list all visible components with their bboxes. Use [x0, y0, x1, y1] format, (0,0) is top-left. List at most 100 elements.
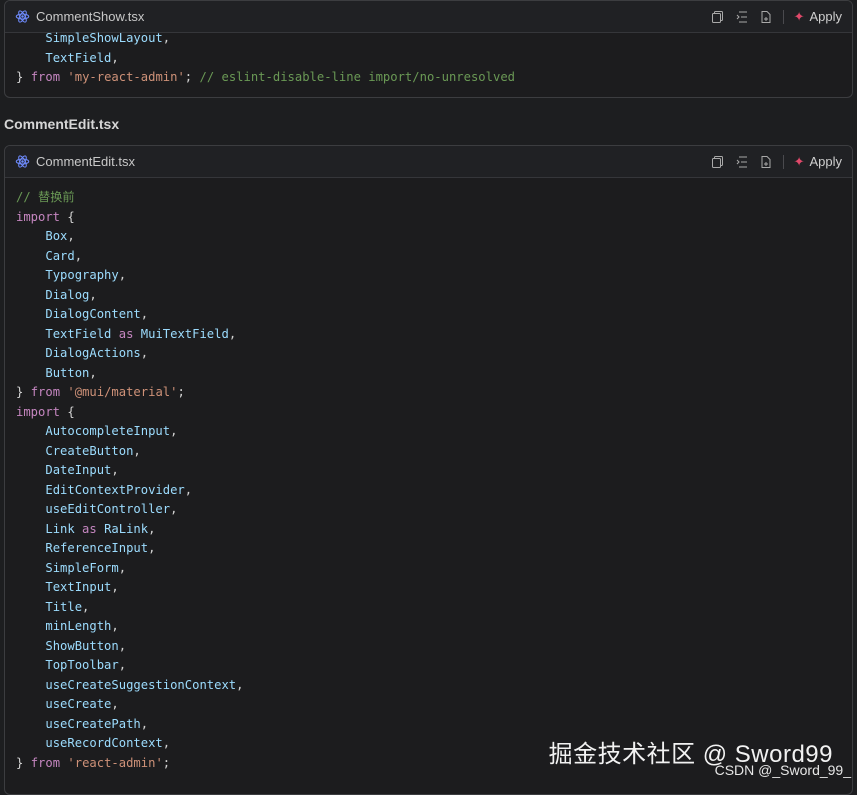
code-line: DialogActions,	[16, 344, 841, 364]
code-line: DateInput,	[16, 461, 841, 481]
actions-divider	[782, 9, 784, 24]
code-token: SimpleShowLayout	[45, 31, 163, 45]
code-token: AutocompleteInput	[45, 424, 171, 438]
code-token: ,	[118, 560, 127, 575]
code-token: ,	[148, 541, 156, 555]
code-token: Card	[45, 248, 75, 263]
code-token: ,	[89, 365, 97, 380]
apply-button[interactable]: ✦ Apply	[794, 9, 842, 25]
code-token: ,	[111, 619, 119, 633]
code-line: SimpleForm,	[16, 559, 841, 579]
code-line: ShowButton,	[16, 637, 841, 657]
code-line: // 替换前	[16, 188, 841, 208]
react-icon	[15, 10, 30, 23]
insert-icon[interactable]	[735, 155, 749, 169]
code-line: Title,	[16, 598, 841, 618]
code-token: MuiTextField	[140, 326, 229, 341]
code-token: }	[16, 385, 31, 399]
code-token: ,	[140, 307, 149, 321]
code-token: Button	[45, 365, 90, 380]
code-block-commentshow: CommentShow.tsx ✦ Apply SimpleShowLayout…	[4, 0, 853, 98]
code-token: ;	[162, 755, 171, 770]
code-token: Dialog	[45, 287, 90, 302]
react-icon	[15, 155, 30, 168]
code-token: TextInput	[45, 580, 112, 594]
code-token: ShowButton	[45, 638, 119, 653]
apply-label: Apply	[809, 9, 842, 24]
code-token: ,	[236, 677, 244, 692]
code-token: ,	[140, 716, 149, 731]
code-line: import {	[16, 403, 841, 423]
code-token: ,	[111, 697, 119, 711]
code-line: TextInput,	[16, 578, 841, 598]
code-token: DialogActions	[45, 346, 141, 360]
code-content: SimpleShowLayout, TextField,} from 'my-r…	[5, 29, 852, 88]
code-token: RaLink	[104, 521, 149, 536]
code-token: }	[16, 70, 31, 84]
code-token: useEditController	[45, 502, 171, 516]
code-token: as	[74, 521, 105, 536]
code-line: SimpleShowLayout,	[16, 29, 841, 49]
code-line: AutocompleteInput,	[16, 422, 841, 442]
code-token: // eslint-disable-line import/no-unresol…	[199, 70, 515, 84]
code-line: ReferenceInput,	[16, 539, 841, 559]
code-token: from	[30, 755, 61, 770]
code-token: ReferenceInput	[45, 541, 149, 555]
new-file-icon[interactable]	[759, 155, 773, 169]
code-token: ;	[177, 385, 185, 399]
code-token: Typography	[45, 268, 119, 282]
code-token: '@mui/material'	[67, 385, 178, 399]
code-token: ,	[111, 580, 119, 594]
code-token: ,	[162, 31, 171, 45]
copy-icon[interactable]	[711, 10, 725, 24]
block-actions: ✦ Apply	[711, 154, 842, 170]
code-line: useCreatePath,	[16, 715, 841, 735]
code-token: from	[30, 70, 61, 84]
code-line: TextField,	[16, 49, 841, 69]
code-token: ;	[184, 70, 200, 84]
code-token: EditContextProvider	[45, 482, 185, 497]
code-token: ,	[82, 599, 90, 614]
code-token: 'my-react-admin'	[67, 70, 185, 84]
copy-icon[interactable]	[711, 155, 725, 169]
code-token: ,	[67, 229, 75, 243]
file-label: CommentEdit.tsx	[15, 154, 135, 169]
code-token: useCreatePath	[45, 716, 141, 731]
code-line: Button,	[16, 364, 841, 384]
code-token: TextField	[45, 50, 112, 65]
insert-icon[interactable]	[735, 10, 749, 24]
watermark-sub: CSDN @_Sword_99_	[714, 762, 851, 778]
code-line: Typography,	[16, 266, 841, 286]
code-token: ,	[162, 736, 171, 750]
code-token: ,	[184, 482, 193, 497]
actions-divider	[782, 154, 784, 169]
code-token: ,	[170, 424, 178, 438]
code-token: useCreate	[45, 697, 112, 711]
code-token: DateInput	[45, 463, 112, 477]
code-token: as	[111, 326, 141, 341]
file-name: CommentShow.tsx	[36, 9, 145, 24]
code-token: import	[16, 209, 61, 224]
code-line: } from '@mui/material';	[16, 383, 841, 403]
code-line: TextField as MuiTextField,	[16, 325, 841, 345]
code-token: ,	[228, 326, 237, 341]
code-token: Link	[45, 521, 75, 536]
code-token: ,	[118, 638, 127, 653]
apply-button[interactable]: ✦ Apply	[794, 154, 842, 170]
code-block-commentedit: CommentEdit.tsx ✦ Apply // 替换前 import { B…	[4, 145, 853, 795]
code-token: {	[60, 209, 75, 224]
code-line: useCreateSuggestionContext,	[16, 676, 841, 696]
code-token: useRecordContext	[45, 736, 163, 750]
new-file-icon[interactable]	[759, 10, 773, 24]
code-token: useCreateSuggestionContext	[45, 677, 237, 692]
code-block-header: CommentEdit.tsx ✦ Apply	[5, 146, 852, 178]
code-token: ,	[118, 658, 127, 672]
code-token: {	[60, 404, 75, 419]
code-token: ,	[140, 346, 149, 360]
code-token: ,	[89, 287, 97, 302]
code-line: minLength,	[16, 617, 841, 637]
code-token: TextField	[45, 326, 112, 341]
code-token: ,	[111, 463, 119, 477]
code-token: ,	[148, 521, 156, 536]
code-line: } from 'my-react-admin'; // eslint-disab…	[16, 68, 841, 88]
